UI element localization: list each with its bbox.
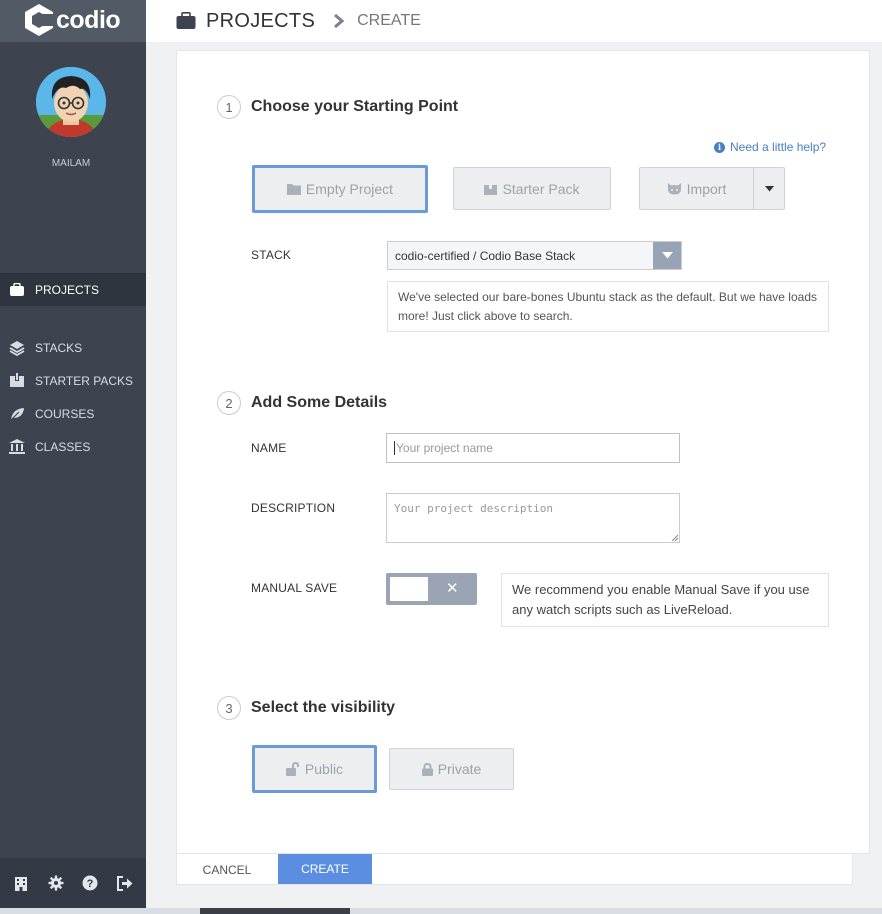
sidebar: codio MAILAM PROJECTS STACKS STARTER PAC… [0,0,146,908]
username: MAILAM [51,158,91,169]
empty-project-button[interactable]: Empty Project [252,165,428,213]
help-link[interactable]: i Need a little help? [714,140,826,154]
import-label: Import [686,180,727,197]
step-title: Select the visibility [251,699,396,716]
help-link-text: Need a little help? [730,140,827,154]
project-name-input[interactable]: Your project name [386,433,680,463]
institution-icon [8,439,26,455]
cancel-button[interactable]: CANCEL [177,854,277,885]
logo-bar: codio [0,0,146,42]
public-button[interactable]: Public [252,745,377,793]
lock-icon [421,762,433,776]
create-project-form: 1 Choose your Starting Point i Need a li… [176,50,870,854]
sidebar-bottom-icons: ? [0,858,146,908]
folder-icon [286,183,301,195]
sidebar-item-label: PROJECTS [35,282,100,297]
public-label: Public [304,761,344,777]
sidebar-item-label: STACKS [35,340,83,355]
breadcrumb-projects[interactable]: PROJECTS [206,10,315,33]
toggle-knob [390,577,428,601]
chevron-right-icon [333,14,345,28]
stack-select-value: codio-certified / Codio Base Stack [395,248,576,263]
import-dropdown-toggle[interactable] [753,167,785,210]
empty-project-label: Empty Project [305,181,394,197]
import-button[interactable]: Import [639,167,754,210]
step-2-heading: 2 Add Some Details [217,391,387,415]
unlock-icon [285,762,300,776]
caret-down-icon [764,185,774,191]
step-number: 1 [217,95,241,119]
sidebar-item-classes[interactable]: CLASSES [0,430,146,463]
logout-icon[interactable] [115,873,135,893]
stack-tip: We've selected our bare-bones Ubuntu sta… [387,281,829,332]
step-number: 2 [217,391,241,415]
info-icon: i [714,141,725,153]
window-bottom-edge [0,908,882,914]
codio-logo[interactable]: codio [24,3,121,37]
stack-select[interactable]: codio-certified / Codio Base Stack [387,241,682,270]
resize-handle-icon[interactable] [671,534,678,541]
sidebar-item-stacks[interactable]: STACKS [0,331,146,364]
box-icon [8,373,26,389]
project-description-input[interactable]: Your project description [386,493,680,543]
project-name-placeholder: Your project name [396,441,493,455]
project-description-placeholder: Your project description [394,502,553,515]
sidebar-item-label: CLASSES [35,439,91,454]
manual-save-toggle[interactable]: ✕ [386,573,477,605]
layers-icon [8,340,26,356]
sidebar-item-label: STARTER PACKS [35,373,134,388]
sidebar-item-projects[interactable]: PROJECTS [0,273,146,306]
avatar-image [36,67,106,137]
taskbar-fragment [200,908,350,914]
briefcase-icon [176,12,196,30]
breadcrumb-create: CREATE [357,12,421,29]
form-footer: CANCEL CREATE [176,854,853,885]
sidebar-item-label: COURSES [35,406,95,421]
private-label: Private [437,761,482,777]
caret-down-icon[interactable] [653,242,681,269]
box-icon [484,182,498,195]
help-icon[interactable]: ? [80,873,100,893]
private-button[interactable]: Private [389,748,514,790]
building-icon[interactable] [11,873,31,893]
codio-logo-icon [25,4,54,36]
github-icon [667,182,682,195]
step-number: 3 [217,696,241,720]
leaf-icon [8,406,26,422]
create-button[interactable]: CREATE [278,854,372,884]
starter-pack-button[interactable]: Starter Pack [453,167,611,210]
sidebar-item-starter-packs[interactable]: STARTER PACKS [0,364,146,397]
avatar[interactable] [36,67,106,137]
briefcase-icon [8,282,26,298]
logo-text: codio [56,5,121,34]
name-label: NAME [251,441,287,455]
step-3-heading: 3 Select the visibility [217,696,395,720]
manual-save-label: MANUAL SAVE [251,581,338,595]
starter-pack-label: Starter Pack [502,180,580,197]
page-header: PROJECTS CREATE [146,0,882,42]
gear-icon[interactable] [46,873,66,893]
svg-text:?: ? [87,878,94,890]
description-label: DESCRIPTION [251,501,336,515]
step-title: Choose your Starting Point [251,98,459,115]
text-cursor [394,441,395,455]
step-title: Add Some Details [251,394,388,411]
stack-label: STACK [251,248,292,262]
step-1-heading: 1 Choose your Starting Point [217,95,458,119]
close-icon: ✕ [446,580,459,597]
manual-save-tip: We recommend you enable Manual Save if y… [501,573,829,627]
sidebar-item-courses[interactable]: COURSES [0,397,146,430]
